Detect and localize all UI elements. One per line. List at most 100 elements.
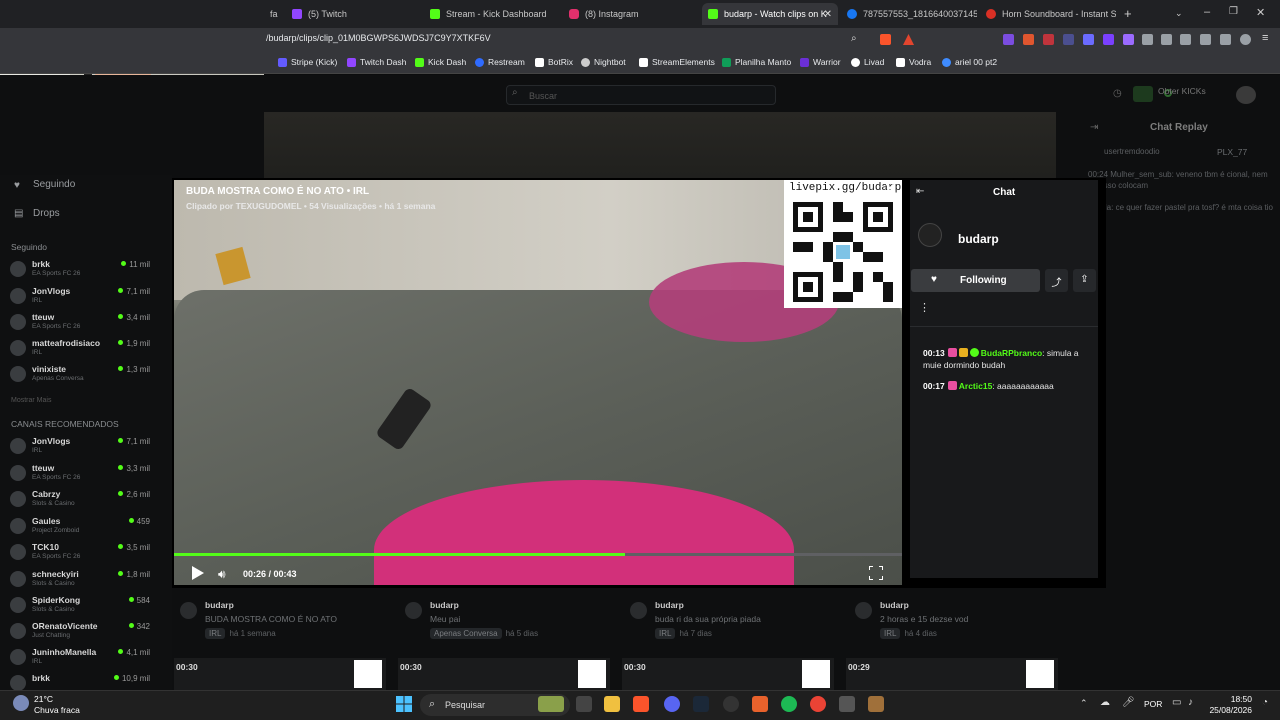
close-modal-button[interactable]: ✕ (884, 180, 896, 197)
maximize-button[interactable]: ❐ (1229, 6, 1238, 17)
clip-thumbnail[interactable]: 00:30 (174, 658, 386, 690)
sidebar-channel[interactable]: brkk 10,9 mil (10, 673, 150, 691)
nav-drops[interactable]: Drops (33, 208, 60, 219)
vpn-icon[interactable] (1240, 34, 1251, 45)
browser-tab[interactable]: fa (264, 3, 284, 25)
clip-card[interactable]: budarp Meu pai Apenas Conversa há 5 dias (405, 600, 538, 639)
bookmark[interactable]: Warrior (800, 57, 841, 67)
sidebar-channel[interactable]: tteuw EA Sports FC 26 3,4 mil (10, 312, 150, 336)
windows-start-icon[interactable] (396, 696, 412, 712)
browser-tab[interactable]: (5) Twitch (286, 3, 422, 25)
channel-avatar[interactable] (918, 223, 942, 247)
message-user[interactable]: BudaRPbranco (981, 348, 1042, 358)
task-view-icon[interactable] (576, 696, 592, 712)
clip-card[interactable]: budarp 2 horas e 15 dezse vod IRL há 4 di… (855, 600, 968, 639)
nav-seguindo[interactable]: Seguindo (33, 179, 75, 190)
extension-icon[interactable] (1043, 34, 1054, 45)
bookmark[interactable]: Nightbot (581, 57, 626, 67)
sidebar-channel[interactable]: Gaules Project Zomboid 459 (10, 516, 150, 540)
channel-name[interactable]: budarp (958, 232, 999, 246)
minimize-button[interactable]: – (1204, 6, 1210, 18)
wallet-icon[interactable] (1200, 34, 1211, 45)
clip-thumbnail[interactable]: 00:29 (846, 658, 1058, 690)
share-button[interactable]: ⤴ (1045, 269, 1068, 292)
bookmark[interactable]: ariel 00 pt2 (942, 57, 997, 67)
microphone-icon[interactable]: 🎤︎ (1122, 697, 1135, 708)
browser-tab[interactable]: Horn Soundboard - Instant So (980, 3, 1116, 25)
menu-icon[interactable]: ≡ (1262, 32, 1268, 44)
fullscreen-icon[interactable] (869, 566, 883, 580)
widgets-icon[interactable] (538, 696, 564, 712)
clip-thumbnail[interactable]: 00:30 (622, 658, 834, 690)
language-indicator[interactable]: POR (1144, 699, 1162, 709)
extension-icon[interactable] (1083, 34, 1094, 45)
browser-tab[interactable]: Stream - Kick Dashboard (424, 3, 560, 25)
clip-card[interactable]: budarp BUDA MOSTRA COMO É NO ATO IRL há 1… (180, 600, 337, 639)
browser-tab[interactable]: 787557553_181664003714507 (841, 3, 977, 25)
extension-icon[interactable] (1023, 34, 1034, 45)
sidebar-channel[interactable]: matteafrodisiaco IRL 1,9 mil (10, 338, 150, 362)
leo-icon[interactable] (1220, 34, 1231, 45)
extension-icon[interactable] (1003, 34, 1014, 45)
sidebar-channel[interactable]: ORenatoVicente Just Chatting 342 (10, 621, 150, 645)
volume-icon[interactable]: 🔊︎ (218, 567, 226, 582)
tab-list-chevron-icon[interactable]: ⌄ (1175, 8, 1183, 19)
tray-chevron-icon[interactable]: ⌃ (1080, 698, 1088, 709)
bookmark[interactable]: Planilha Manto (722, 57, 791, 67)
zoom-search-icon[interactable]: ⌕ (851, 33, 857, 44)
sidebar-channel[interactable]: TCK10 EA Sports FC 26 3,5 mil (10, 542, 150, 566)
history-icon[interactable]: ◷ (1113, 88, 1122, 99)
sidebar-channel[interactable]: JonVlogs IRL 7,1 mil (10, 436, 150, 460)
collapse-chat-icon[interactable]: ⇤ (916, 186, 924, 197)
show-more-link[interactable]: Mostrar Mais (11, 397, 51, 404)
chrome-icon[interactable] (810, 696, 826, 712)
sidebar-channel[interactable]: JonVlogs IRL 7,1 mil (10, 286, 150, 310)
close-tab-icon[interactable]: ✕ (824, 9, 832, 20)
extension-icon[interactable] (1103, 34, 1114, 45)
avatar[interactable] (1236, 86, 1256, 104)
taskbar-clock[interactable]: 18:50 25/08/2026 (1208, 694, 1252, 716)
new-tab-button[interactable]: + (1124, 6, 1132, 21)
brave-shield-icon[interactable] (880, 34, 891, 45)
get-kicks-button[interactable]: Obter KICKs (1158, 86, 1206, 96)
sidebar-channel[interactable]: vinixiste Apenas Conversa 1,3 mil (10, 364, 150, 388)
extensions-puzzle-icon[interactable] (1142, 34, 1153, 45)
sidebar-channel[interactable]: brkk EA Sports FC 26 11 mil (10, 259, 150, 283)
app-icon[interactable] (839, 696, 855, 712)
weather-icon[interactable] (13, 695, 29, 711)
sidebar-channel[interactable]: JuninhoManella IRL 4,1 mil (10, 647, 150, 671)
browser-tab-active[interactable]: budarp - Watch clips on K ✕ (702, 3, 838, 25)
brave-icon[interactable] (633, 696, 649, 712)
weather-widget[interactable]: 21°C Chuva fraca (34, 694, 80, 716)
discord-icon[interactable] (664, 696, 680, 712)
app-icon[interactable] (752, 696, 768, 712)
extension-icon[interactable] (1063, 34, 1074, 45)
bookmark[interactable]: Twitch Dash (347, 57, 406, 67)
sidebar-channel[interactable]: Cabrzy Slots & Casino 2,6 mil (10, 489, 150, 513)
sidebar-channel[interactable]: tteuw EA Sports FC 26 3,3 mil (10, 463, 150, 487)
spotify-icon[interactable] (781, 696, 797, 712)
more-options-icon[interactable]: ⋮ (919, 301, 930, 314)
collapse-chat-icon[interactable]: ⇥ (1090, 122, 1098, 133)
bookmark[interactable]: Stripe (Kick) (278, 57, 337, 67)
bookmark[interactable]: StreamElements (639, 57, 715, 67)
bookmark[interactable]: Restream (475, 57, 525, 67)
app-icon[interactable] (868, 696, 884, 712)
sidebar-icon[interactable] (1180, 34, 1191, 45)
notifications-icon[interactable]: ◔ (1262, 697, 1268, 708)
extension-icon[interactable] (1123, 34, 1134, 45)
network-icon[interactable]: ▭ (1172, 697, 1181, 708)
clip-card[interactable]: budarp buda ri da sua própria piada IRL h… (630, 600, 761, 639)
browser-tab[interactable]: (8) Instagram (563, 3, 699, 25)
download-button[interactable]: ⇪ (1073, 269, 1096, 292)
steam-icon[interactable] (693, 696, 709, 712)
media-icon[interactable] (1161, 34, 1172, 45)
obs-icon[interactable] (723, 696, 739, 712)
gift-icon[interactable] (1133, 86, 1153, 102)
volume-icon[interactable]: ♪ (1188, 697, 1193, 708)
sidebar-channel[interactable]: SpiderKong Slots & Casino 584 (10, 595, 150, 619)
search-input[interactable]: Buscar (506, 85, 776, 105)
bookmark[interactable]: Vodra (896, 57, 931, 67)
message-user[interactable]: Arctic15 (959, 381, 993, 391)
url-field[interactable]: /budarp/clips/clip_01M0BGWPS6JWDSJ7C9Y7X… (266, 33, 491, 43)
